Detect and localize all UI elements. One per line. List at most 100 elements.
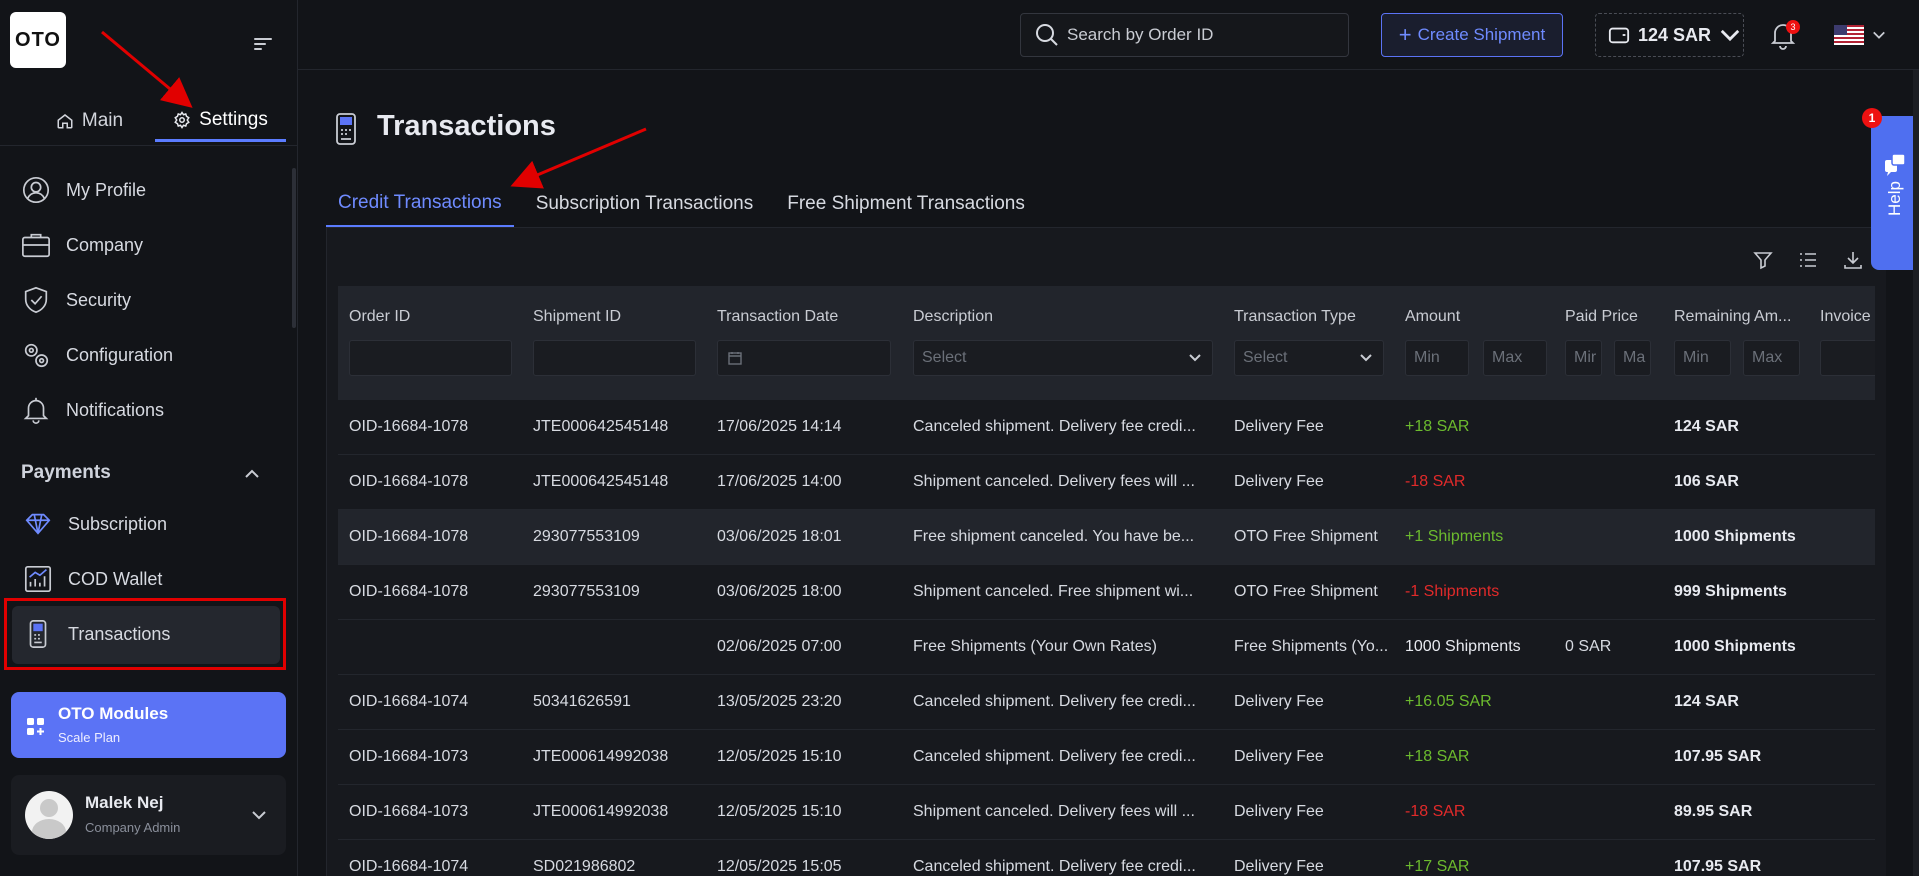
cell-date: 03/06/2025 18:00 (717, 583, 842, 600)
cell-order: OID-16684-1078 (349, 528, 469, 545)
sidebar-item-cod-wallet[interactable]: COD Wallet (22, 557, 162, 601)
oto-logo[interactable]: OTO (10, 12, 66, 68)
transaction-type-select[interactable]: Select (1234, 340, 1384, 376)
remaining-min-input[interactable]: Min (1674, 340, 1731, 376)
table-row[interactable]: OID-16684-1073 JTE000614992038 12/05/2025 … (338, 785, 1875, 840)
chevron-up-icon[interactable] (244, 466, 260, 482)
sidebar-item-subscription[interactable]: Subscription (22, 502, 167, 546)
sidebar-item-configuration[interactable]: Configuration (20, 333, 173, 377)
column-header[interactable]: Remaining Am... (1674, 308, 1791, 326)
tab-credit-transactions[interactable]: Credit Transactions (326, 180, 514, 228)
create-shipment-button[interactable]: + Create Shipment (1381, 13, 1563, 57)
cell-desc: Shipment canceled. Delivery fees will ..… (913, 473, 1195, 490)
download-icon[interactable] (1843, 250, 1863, 270)
column-header[interactable]: Shipment ID (533, 308, 621, 326)
filter-icon[interactable] (1753, 250, 1773, 270)
avatar (25, 791, 73, 839)
cell-type: Delivery Fee (1234, 803, 1324, 820)
cell-remaining: 1000 Shipments (1674, 638, 1796, 655)
collapse-menu-icon[interactable] (254, 38, 272, 52)
oto-modules-card[interactable]: OTO Modules Scale Plan (11, 692, 286, 758)
cell-shipment: 50341626591 (533, 693, 631, 710)
column-header[interactable]: Order ID (349, 308, 410, 326)
columns-list-icon[interactable] (1798, 250, 1818, 270)
table-row[interactable]: OID-16684-1073 JTE000614992038 12/05/2025 … (338, 730, 1875, 785)
wallet-chart-icon (22, 563, 54, 595)
wallet-icon (1608, 27, 1630, 44)
search-input[interactable] (1067, 25, 1327, 45)
tab-free-shipment-transactions[interactable]: Free Shipment Transactions (775, 180, 1037, 228)
tab-main[interactable]: Main (24, 100, 155, 142)
amount-max-input[interactable]: Max (1483, 340, 1547, 376)
table-row[interactable]: OID-16684-1074 50341626591 13/05/2025 23:2… (338, 675, 1875, 730)
cell-type: OTO Free Shipment (1234, 528, 1378, 545)
amount-min-input[interactable]: Min (1405, 340, 1469, 376)
search-box[interactable] (1020, 13, 1349, 57)
shipment-id-filter[interactable] (533, 340, 696, 376)
column-header[interactable]: Amount (1405, 308, 1460, 326)
help-label: Help (1885, 181, 1904, 216)
sidebar-item-my-profile[interactable]: My Profile (20, 168, 146, 212)
chevron-down-icon[interactable] (1872, 28, 1886, 42)
cell-desc: Canceled shipment. Delivery fee credi... (913, 858, 1196, 875)
column-header[interactable]: Invoice (1820, 308, 1871, 326)
cell-remaining: 1000 Shipments (1674, 528, 1796, 545)
chevron-down-icon (1189, 354, 1201, 362)
terminal-icon (336, 113, 356, 145)
order-id-filter[interactable] (349, 340, 512, 376)
user-menu[interactable]: Malek Nej Company Admin (11, 775, 286, 855)
invoice-filter[interactable] (1820, 340, 1875, 376)
column-header[interactable]: Paid Price (1565, 308, 1638, 326)
paid-min-input[interactable]: Mir (1565, 340, 1602, 376)
column-header[interactable]: Transaction Type (1234, 308, 1356, 326)
table-row[interactable]: 02/06/2025 07:00 Free Shipments (Your Own… (338, 620, 1875, 675)
cell-desc: Canceled shipment. Delivery fee credi... (913, 748, 1196, 765)
tab-subscription-transactions[interactable]: Subscription Transactions (524, 180, 766, 228)
column-header[interactable]: Transaction Date (717, 308, 838, 326)
chevron-down-icon (1360, 354, 1372, 362)
sidebar-item-label: Subscription (68, 513, 168, 534)
user-name: Malek Nej (85, 793, 164, 812)
cell-type: Delivery Fee (1234, 473, 1324, 490)
cell-amount: +1 Shipments (1405, 528, 1504, 545)
page-scrollbar[interactable] (1913, 70, 1919, 876)
table-row[interactable]: OID-16684-1078 293077553109 03/06/2025 18:… (338, 510, 1875, 565)
cell-date: 13/05/2025 23:20 (717, 693, 842, 710)
cell-desc: Shipment canceled. Free shipment wi... (913, 583, 1194, 600)
cell-shipment: SD021986802 (533, 858, 636, 875)
sidebar-scrollbar[interactable] (292, 168, 296, 328)
paid-max-input[interactable]: Ma (1614, 340, 1651, 376)
help-button[interactable]: Help (1871, 116, 1919, 270)
date-filter[interactable] (717, 340, 891, 376)
table-row[interactable]: OID-16684-1078 JTE000642545148 17/06/2025 … (338, 455, 1875, 510)
notification-count-badge: 3 (1786, 20, 1800, 34)
description-select[interactable]: Select (913, 340, 1213, 376)
modules-title: OTO Modules (58, 704, 169, 723)
tab-settings[interactable]: Settings (155, 100, 286, 142)
sidebar-item-company[interactable]: Company (20, 223, 143, 267)
sidebar-item-security[interactable]: Security (20, 278, 131, 322)
remaining-max-input[interactable]: Max (1743, 340, 1800, 376)
sidebar-item-notifications[interactable]: Notifications (20, 388, 164, 432)
payments-section-title: Payments (21, 462, 111, 483)
sidebar-item-label: My Profile (66, 179, 147, 200)
page-title: Transactions (377, 110, 556, 142)
table-row[interactable]: OID-16684-1078 JTE000642545148 17/06/2025 … (338, 400, 1875, 455)
select-placeholder: Select (922, 349, 967, 366)
cell-date: 12/05/2025 15:05 (717, 858, 842, 875)
table-row[interactable]: OID-16684-1078 293077553109 03/06/2025 18:… (338, 565, 1875, 620)
cell-type: Delivery Fee (1234, 858, 1324, 875)
cell-remaining: 107.95 SAR (1674, 748, 1762, 765)
help-badge: 1 (1862, 108, 1882, 128)
column-header[interactable]: Description (913, 308, 993, 326)
cell-order: OID-16684-1078 (349, 583, 469, 600)
wallet-balance-dropdown[interactable]: 124 SAR (1595, 13, 1744, 57)
table-row[interactable]: OID-16684-1074 SD021986802 12/05/2025 15:0… (338, 840, 1875, 876)
gear-icon (174, 110, 190, 129)
search-icon (1036, 24, 1058, 46)
cell-date: 17/06/2025 14:14 (717, 418, 842, 435)
sidebar-tabs: Main Settings (24, 100, 286, 142)
us-flag-icon[interactable] (1834, 25, 1864, 45)
cell-order: OID-16684-1074 (349, 858, 469, 875)
cell-desc: Canceled shipment. Delivery fee credi... (913, 693, 1196, 710)
